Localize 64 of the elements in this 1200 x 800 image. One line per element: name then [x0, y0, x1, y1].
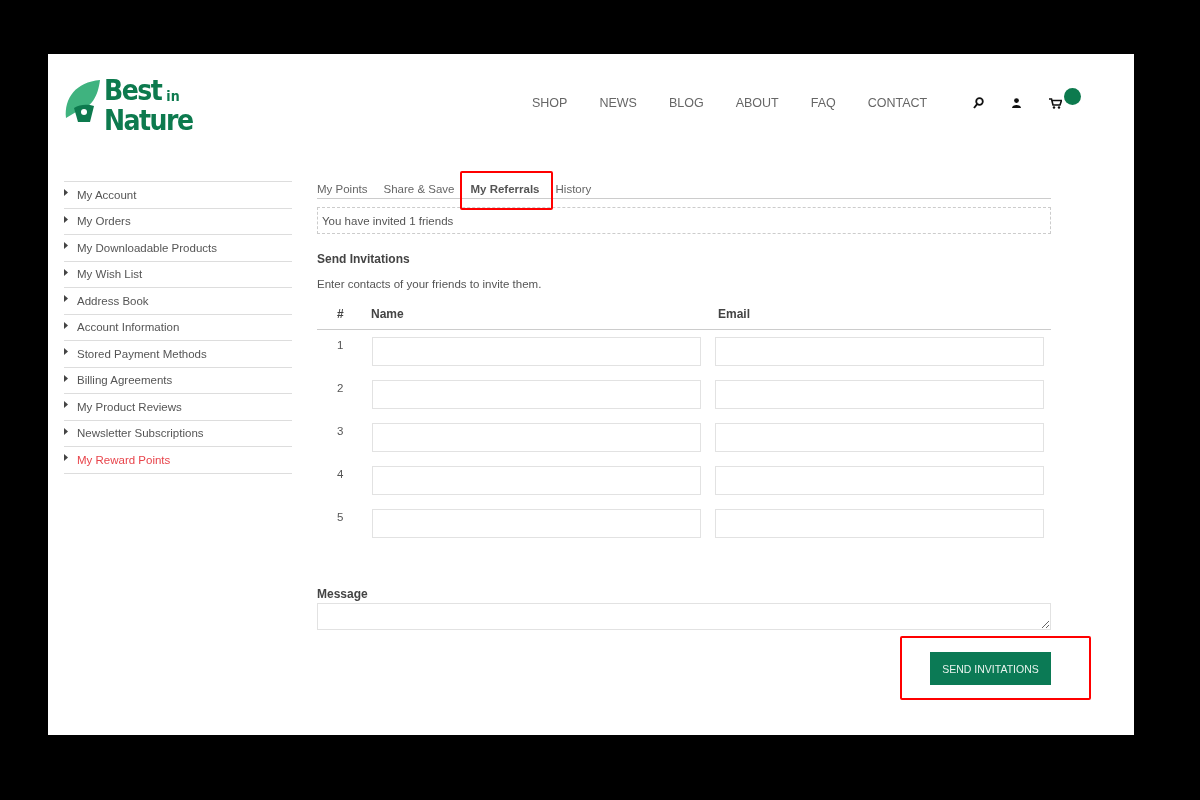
caret-icon: [64, 427, 68, 435]
name-field[interactable]: [372, 380, 701, 409]
message-field[interactable]: [317, 603, 1051, 630]
tab[interactable]: Share & Save: [383, 183, 455, 195]
hint-text: Enter contacts of your friends to invite them.: [317, 278, 543, 290]
sidebar-item[interactable]: My Downloadable Products: [64, 235, 292, 262]
leaf-logo-icon: [64, 78, 102, 124]
name-field[interactable]: [372, 423, 701, 452]
tab[interactable]: My Referrals: [470, 183, 540, 195]
email-field[interactable]: [715, 466, 1044, 495]
column-header: Email: [718, 307, 751, 323]
nav-link[interactable]: ABOUT: [735, 96, 779, 110]
caret-icon: [64, 454, 68, 462]
email-field[interactable]: [715, 380, 1044, 409]
row-number: 4: [336, 467, 345, 482]
row-number: 2: [336, 381, 345, 396]
column-header: #: [336, 307, 345, 323]
sidebar-item[interactable]: My Product Reviews: [64, 394, 292, 421]
send-button[interactable]: SEND INVITATIONS: [930, 652, 1051, 685]
caret-icon: [64, 374, 68, 382]
section-title: Send Invitations: [317, 252, 411, 266]
name-field[interactable]: [372, 466, 701, 495]
nav-link[interactable]: NEWS: [599, 96, 637, 110]
sidebar-item[interactable]: Address Book: [64, 288, 292, 315]
row-number: 1: [336, 338, 345, 353]
sidebar-item[interactable]: Newsletter Subscriptions: [64, 420, 292, 447]
caret-icon: [64, 401, 68, 409]
nav-link[interactable]: BLOG: [668, 96, 704, 110]
search-icon[interactable]: [973, 97, 985, 109]
name-field[interactable]: [372, 337, 701, 366]
email-field[interactable]: [715, 423, 1044, 452]
row-number: 5: [336, 510, 345, 525]
sidebar-item[interactable]: My Reward Points: [64, 447, 292, 474]
notice-text: You have invited 1 friends: [322, 214, 454, 227]
sidebar-item[interactable]: My Orders: [64, 208, 292, 235]
cart-icon[interactable]: [1049, 97, 1063, 109]
tab[interactable]: History: [555, 183, 592, 195]
caret-icon: [64, 321, 68, 329]
sidebar-item[interactable]: My Wish List: [64, 261, 292, 288]
logo[interactable]: Best in Nature: [64, 76, 464, 136]
row-number: 3: [336, 424, 345, 439]
field-label: Message: [317, 587, 369, 601]
sidebar-item[interactable]: Billing Agreements: [64, 367, 292, 394]
logo-text: Best: [104, 76, 162, 106]
sidebar-item[interactable]: Stored Payment Methods: [64, 341, 292, 368]
tab[interactable]: My Points: [317, 183, 368, 195]
sidebar-item[interactable]: Account Information: [64, 314, 292, 341]
nav-link[interactable]: SHOP: [532, 96, 568, 110]
caret-icon: [64, 348, 68, 356]
caret-icon: [64, 268, 68, 276]
caret-icon: [64, 295, 68, 303]
nav-link[interactable]: CONTACT: [867, 96, 928, 110]
logo-text: Nature: [104, 106, 193, 136]
caret-icon: [64, 189, 68, 197]
email-field[interactable]: [715, 337, 1044, 366]
caret-icon: [64, 215, 68, 223]
caret-icon: [64, 242, 68, 250]
sidebar-item[interactable]: My Account: [64, 182, 292, 209]
logo-text: in: [166, 87, 180, 106]
user-icon[interactable]: [1012, 98, 1022, 108]
nav-link[interactable]: FAQ: [810, 96, 836, 110]
column-header: Name: [371, 307, 405, 323]
email-field[interactable]: [715, 509, 1044, 538]
name-field[interactable]: [372, 509, 701, 538]
